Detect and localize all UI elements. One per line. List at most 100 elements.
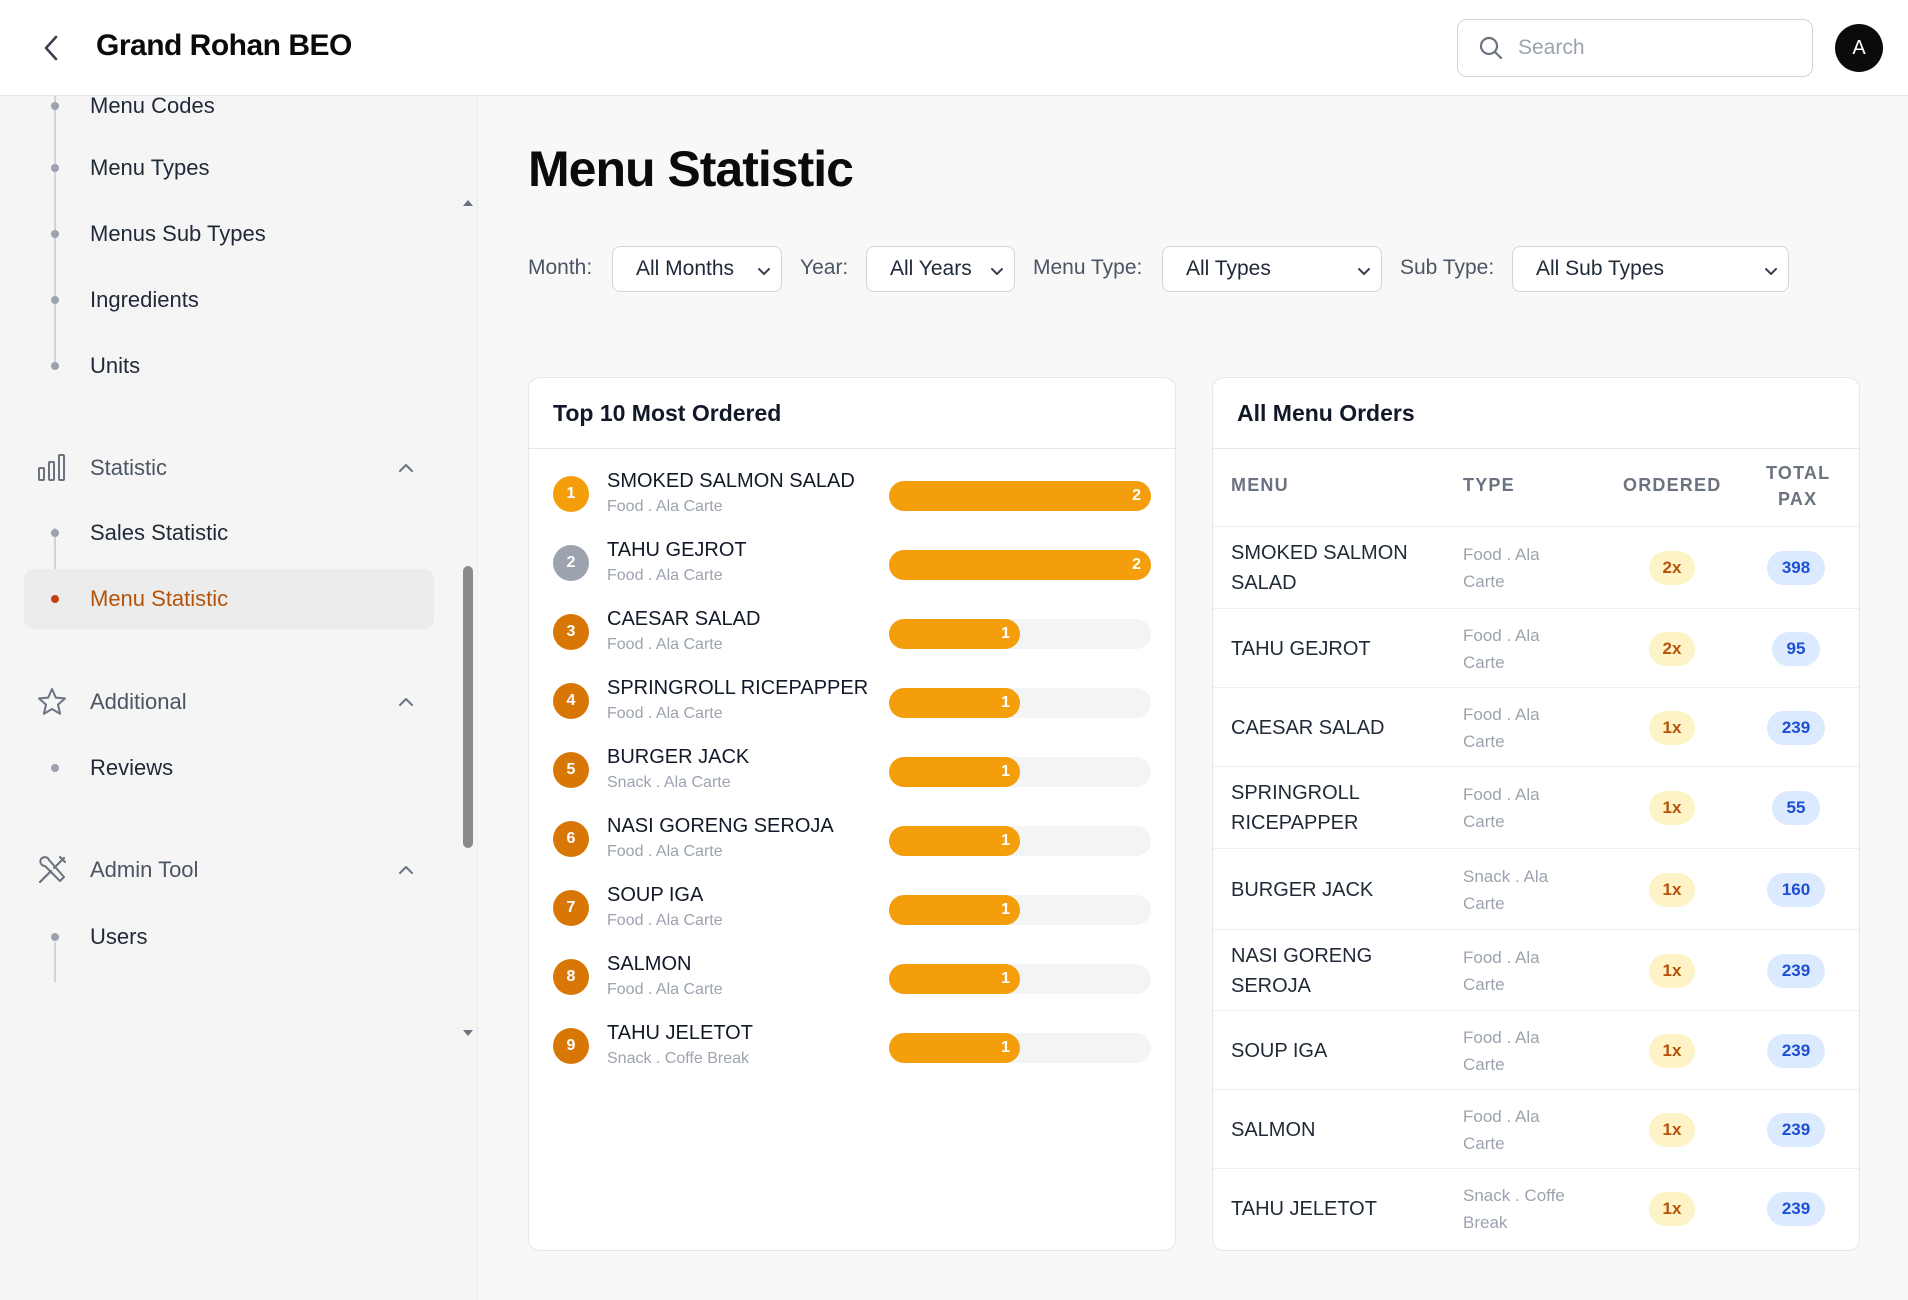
rank-badge: 4 xyxy=(553,683,589,719)
bar-chart-icon xyxy=(38,454,65,481)
item-category: Snack . Coffe Break xyxy=(607,1050,749,1067)
bullet-dot xyxy=(51,933,59,941)
item-name: SMOKED SALMON SALAD xyxy=(607,470,855,492)
progress-track: 1 xyxy=(889,619,1151,649)
sidebar-item-label: Users xyxy=(90,924,148,949)
table-row[interactable]: SMOKED SALMON SALAD Food . Ala Carte 2x 398 xyxy=(1213,526,1859,608)
list-item[interactable]: 4 SPRINGROLL RICEPAPPER Food . Ala Carte 1 xyxy=(529,671,1175,740)
list-item[interactable]: 5 BURGER JACK Snack . Ala Carte 1 xyxy=(529,740,1175,809)
rank-badge: 2 xyxy=(553,545,589,581)
progress-track: 1 xyxy=(889,1033,1151,1063)
table-row[interactable]: SOUP IGA Food . Ala Carte 1x 239 xyxy=(1213,1010,1859,1089)
menu-type-cell: Food . Ala Carte xyxy=(1463,1106,1540,1153)
rank-badge: 5 xyxy=(553,752,589,788)
list-item[interactable]: 9 TAHU JELETOT Snack . Coffe Break 1 xyxy=(529,1016,1175,1085)
sidebar-item-label: Units xyxy=(90,353,141,378)
table-row[interactable]: SALMON Food . Ala Carte 1x 239 xyxy=(1213,1089,1859,1168)
table-row[interactable]: BURGER JACK Snack . Ala Carte 1x 160 xyxy=(1213,848,1859,929)
total-pax-badge: 160 xyxy=(1767,872,1825,907)
count-label: 1 xyxy=(1001,832,1010,849)
item-category: Food . Ala Carte xyxy=(607,498,723,515)
chevron-up-icon xyxy=(399,698,413,706)
table-row[interactable]: SPRINGROLL RICEPAPPER Food . Ala Carte 1x 5… xyxy=(1213,766,1859,848)
count-label: 2 xyxy=(1132,556,1141,573)
list-item[interactable]: 6 NASI GORENG SEROJA Food . Ala Carte 1 xyxy=(529,809,1175,878)
list-item[interactable]: 3 CAESAR SALAD Food . Ala Carte 1 xyxy=(529,602,1175,671)
menu-name-cell: NASI GORENG SEROJA xyxy=(1231,944,1373,997)
item-category: Food . Ala Carte xyxy=(607,912,723,929)
year-select[interactable]: All Years xyxy=(866,246,1015,292)
item-category: Food . Ala Carte xyxy=(607,843,723,860)
total-pax-badge: 95 xyxy=(1772,631,1820,666)
menu-type-select[interactable]: All Types xyxy=(1162,246,1382,292)
rank-badge: 8 xyxy=(553,959,589,995)
menu-name-cell: SMOKED SALMON SALAD xyxy=(1231,542,1408,594)
chevron-left-icon xyxy=(44,35,58,61)
list-item[interactable]: 8 SALMON Food . Ala Carte 1 xyxy=(529,947,1175,1016)
ordered-count-badge: 1x xyxy=(1649,710,1695,745)
bullet-dot xyxy=(51,764,59,772)
menu-name-cell: TAHU GEJROT xyxy=(1231,637,1371,660)
menu-type-cell: Food . Ala Carte xyxy=(1463,785,1540,831)
rank-badge: 3 xyxy=(553,614,589,650)
item-name: CAESAR SALAD xyxy=(607,608,761,630)
user-avatar[interactable]: A xyxy=(1835,24,1883,72)
sidebar-group-statistic[interactable]: Statistic xyxy=(24,440,434,496)
sidebar-group-additional[interactable]: Additional xyxy=(24,674,434,730)
bullet-dot xyxy=(51,529,59,537)
table-row[interactable]: NASI GORENG SEROJA Food . Ala Carte 1x 239 xyxy=(1213,929,1859,1010)
table-row[interactable]: TAHU GEJROT Food . Ala Carte 2x 95 xyxy=(1213,608,1859,687)
bullet-dot xyxy=(51,296,59,304)
sidebar-item-sales-statistic[interactable]: Sales Statistic xyxy=(24,503,434,563)
sidebar-item-label: Menu Statistic xyxy=(90,586,229,611)
sidebar-item-ingredients[interactable]: Ingredients xyxy=(24,270,434,330)
list-item[interactable]: 7 SOUP IGA Food . Ala Carte 1 xyxy=(529,878,1175,947)
table-row[interactable]: CAESAR SALAD Food . Ala Carte 1x 239 xyxy=(1213,687,1859,766)
menu-name-cell: SOUP IGA xyxy=(1231,1039,1328,1062)
list-item[interactable]: 1 SMOKED SALMON SALAD Food . Ala Carte 2 xyxy=(529,464,1175,533)
list-item[interactable]: 2 TAHU GEJROT Food . Ala Carte 2 xyxy=(529,533,1175,602)
menu-name-cell: BURGER JACK xyxy=(1231,878,1374,901)
item-name: TAHU GEJROT xyxy=(607,539,747,561)
item-name: BURGER JACK xyxy=(607,746,750,768)
sidebar-item-menu-types[interactable]: Menu Types xyxy=(24,138,434,198)
scroll-down-arrow[interactable] xyxy=(461,1026,475,1040)
item-name: SALMON xyxy=(607,953,692,975)
progress-track: 2 xyxy=(889,481,1151,511)
year-select-value: All Years xyxy=(890,257,972,280)
menu-name-cell: TAHU JELETOT xyxy=(1231,1198,1377,1220)
menu-type-cell: Food . Ala Carte xyxy=(1463,625,1540,672)
progress-fill: 2 xyxy=(889,550,1151,580)
sidebar-item-units[interactable]: Units xyxy=(24,336,434,396)
search-icon xyxy=(1479,36,1503,60)
table-row[interactable]: TAHU JELETOT Snack . Coffe Break 1x 239 xyxy=(1213,1168,1859,1248)
sidebar-scrollbar-thumb[interactable] xyxy=(463,566,473,848)
scroll-up-arrow[interactable] xyxy=(461,196,475,210)
search-box[interactable] xyxy=(1457,19,1813,77)
sub-type-select[interactable]: All Sub Types xyxy=(1512,246,1789,292)
back-button[interactable] xyxy=(32,28,72,68)
sidebar-item-label: Reviews xyxy=(90,755,174,780)
sidebar-item-users[interactable]: Users xyxy=(24,907,434,967)
search-input[interactable] xyxy=(1518,36,1798,60)
bullet-dot xyxy=(51,230,59,238)
menu-type-cell: Food . Ala Carte xyxy=(1463,704,1540,751)
month-select[interactable]: All Months xyxy=(612,246,782,292)
progress-fill: 1 xyxy=(889,964,1020,994)
sidebar-item-menus-sub-types[interactable]: Menus Sub Types xyxy=(24,204,434,264)
sidebar-item-menu-codes[interactable]: Menu Codes xyxy=(24,76,434,136)
chevron-down-icon xyxy=(1765,268,1777,275)
sub-type-select-value: All Sub Types xyxy=(1536,257,1665,280)
sidebar-group-admin-tool[interactable]: Admin Tool xyxy=(24,842,434,898)
progress-fill: 1 xyxy=(889,895,1020,925)
sidebar-item-menu-statistic[interactable]: Menu Statistic xyxy=(24,569,434,629)
chevron-up-icon xyxy=(399,866,413,874)
progress-track: 1 xyxy=(889,964,1151,994)
item-name: SOUP IGA xyxy=(607,884,704,906)
sidebar-item-reviews[interactable]: Reviews xyxy=(24,738,434,798)
total-pax-badge: 239 xyxy=(1767,1112,1825,1147)
menu-name-cell: SPRINGROLL RICEPAPPER xyxy=(1231,782,1360,834)
item-name: TAHU JELETOT xyxy=(607,1022,753,1044)
sub-type-filter-label: Sub Type: xyxy=(1400,256,1495,279)
total-pax-badge: 239 xyxy=(1767,953,1825,988)
